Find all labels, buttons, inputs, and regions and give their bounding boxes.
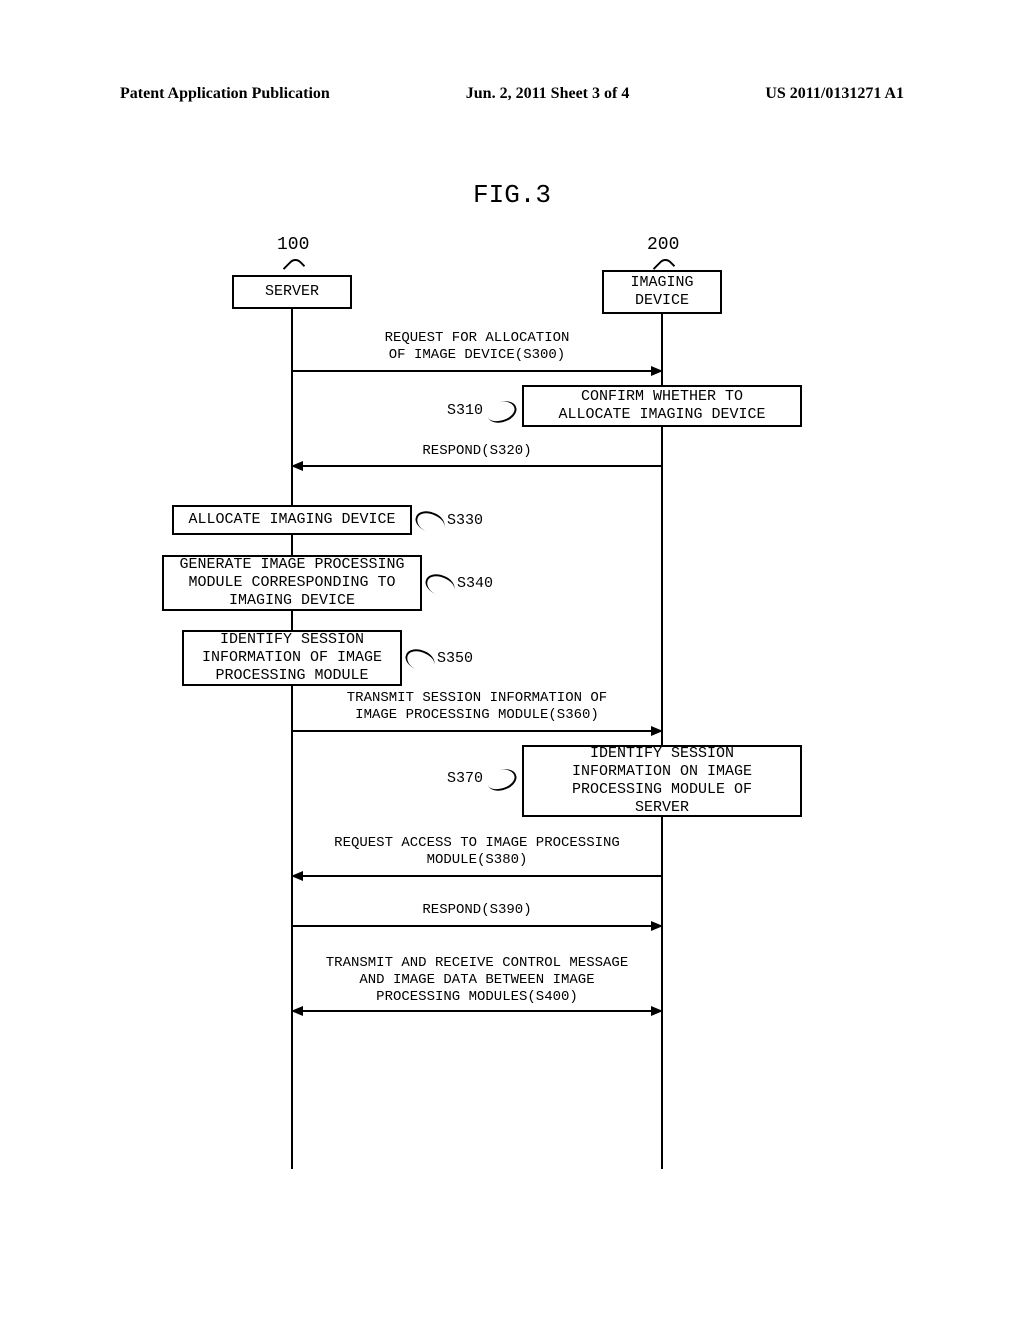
msg-s390: RESPOND(S390) (402, 902, 552, 919)
server-box: SERVER (232, 275, 352, 309)
label-s330: S330 (447, 512, 483, 529)
box-s370: IDENTIFY SESSION INFORMATION ON IMAGE PR… (522, 745, 802, 817)
msg-s300: REQUEST FOR ALLOCATION OF IMAGE DEVICE(S… (342, 330, 612, 364)
msg-s320: RESPOND(S320) (402, 443, 552, 460)
header-center: Jun. 2, 2011 Sheet 3 of 4 (466, 85, 630, 103)
figure-title: FIG.3 (152, 180, 872, 210)
arrow-s300 (291, 365, 663, 377)
header-right: US 2011/0131271 A1 (765, 85, 904, 103)
connector-s370 (484, 765, 519, 794)
label-s350: S350 (437, 650, 473, 667)
box-s310: CONFIRM WHETHER TO ALLOCATE IMAGING DEVI… (522, 385, 802, 427)
msg-s360: TRANSMIT SESSION INFORMATION OF IMAGE PR… (317, 690, 637, 724)
arrow-s390 (291, 920, 663, 932)
connector-s310 (484, 397, 519, 426)
label-s310: S310 (447, 402, 483, 419)
label-s340: S340 (457, 575, 493, 592)
header-left: Patent Application Publication (120, 85, 330, 103)
device-lifeline (661, 314, 663, 1169)
sequence-diagram: FIG.3 100 200 SERVER IMAGING DEVICE REQU… (152, 180, 872, 1180)
connector-s350 (402, 645, 437, 674)
arrow-s360 (291, 725, 663, 737)
arrow-s400 (291, 1005, 663, 1017)
label-s370: S370 (447, 770, 483, 787)
arrow-s380 (291, 870, 663, 882)
connector-s340 (422, 570, 457, 599)
box-s350: IDENTIFY SESSION INFORMATION OF IMAGE PR… (182, 630, 402, 686)
server-lifeline (291, 309, 293, 1169)
ref-device: 200 (647, 235, 679, 255)
arrow-s320 (291, 460, 663, 472)
msg-s380: REQUEST ACCESS TO IMAGE PROCESSING MODUL… (307, 835, 647, 869)
box-s330: ALLOCATE IMAGING DEVICE (172, 505, 412, 535)
ref-server: 100 (277, 235, 309, 255)
connector-s330 (412, 507, 447, 536)
msg-s400: TRANSMIT AND RECEIVE CONTROL MESSAGE AND… (297, 955, 657, 1005)
device-box: IMAGING DEVICE (602, 270, 722, 314)
box-s340: GENERATE IMAGE PROCESSING MODULE CORRESP… (162, 555, 422, 611)
